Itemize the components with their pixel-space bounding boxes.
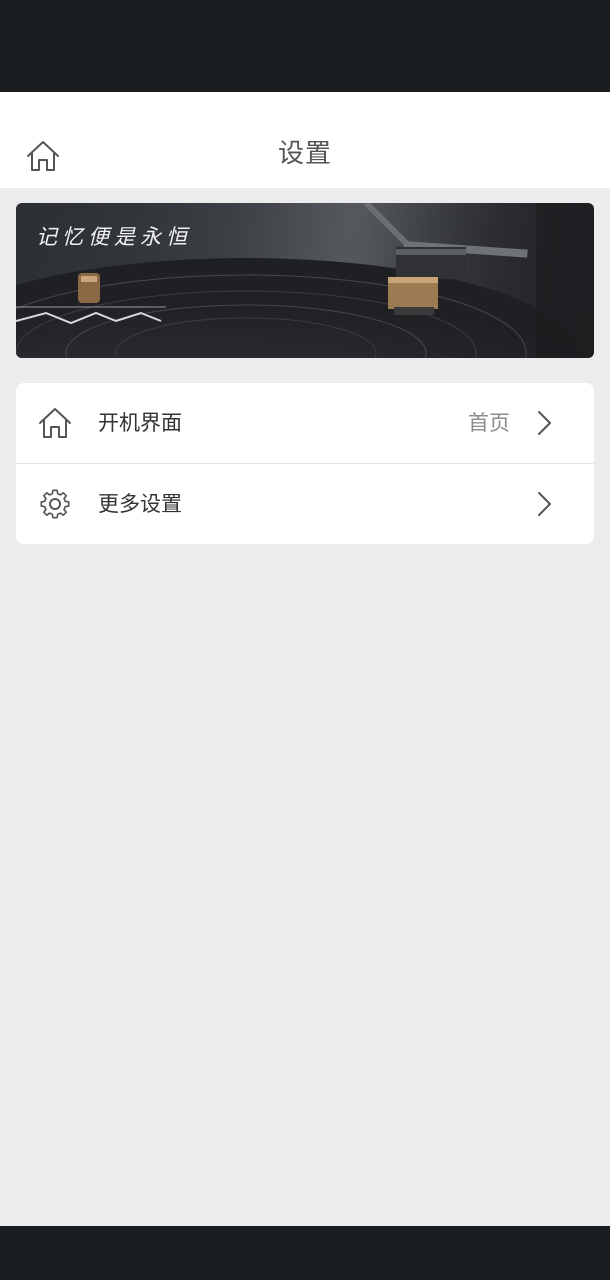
navigation-bar (0, 1226, 610, 1280)
chevron-right-icon (538, 492, 551, 516)
setting-row-more-settings[interactable]: 更多设置 (16, 464, 594, 544)
status-bar (0, 0, 610, 92)
banner-image: 记忆便是永恒 (16, 203, 594, 358)
setting-value: 首页 (468, 411, 510, 435)
chevron-right-icon (538, 411, 551, 435)
page-title: 设置 (277, 139, 332, 169)
setting-label: 更多设置 (98, 492, 182, 516)
home-icon (36, 403, 74, 443)
header: 设置 (0, 92, 610, 188)
settings-card: 开机界面 首页 更多设置 (16, 383, 594, 544)
banner-caption: 记忆便是永恒 (36, 225, 192, 249)
setting-row-startup-screen[interactable]: 开机界面 首页 (16, 383, 594, 463)
setting-label: 开机界面 (98, 411, 182, 435)
gear-icon (36, 484, 74, 524)
